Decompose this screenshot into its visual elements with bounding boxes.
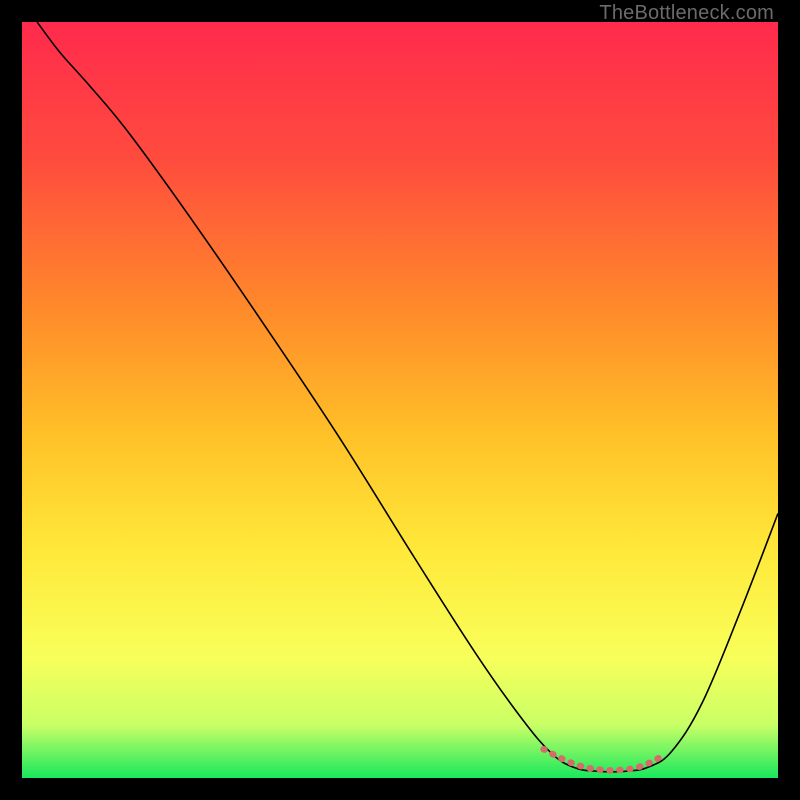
chart-frame bbox=[22, 22, 778, 778]
watermark-text: TheBottleneck.com bbox=[599, 2, 774, 25]
bottleneck-chart bbox=[22, 22, 778, 778]
gradient-background bbox=[22, 22, 778, 778]
